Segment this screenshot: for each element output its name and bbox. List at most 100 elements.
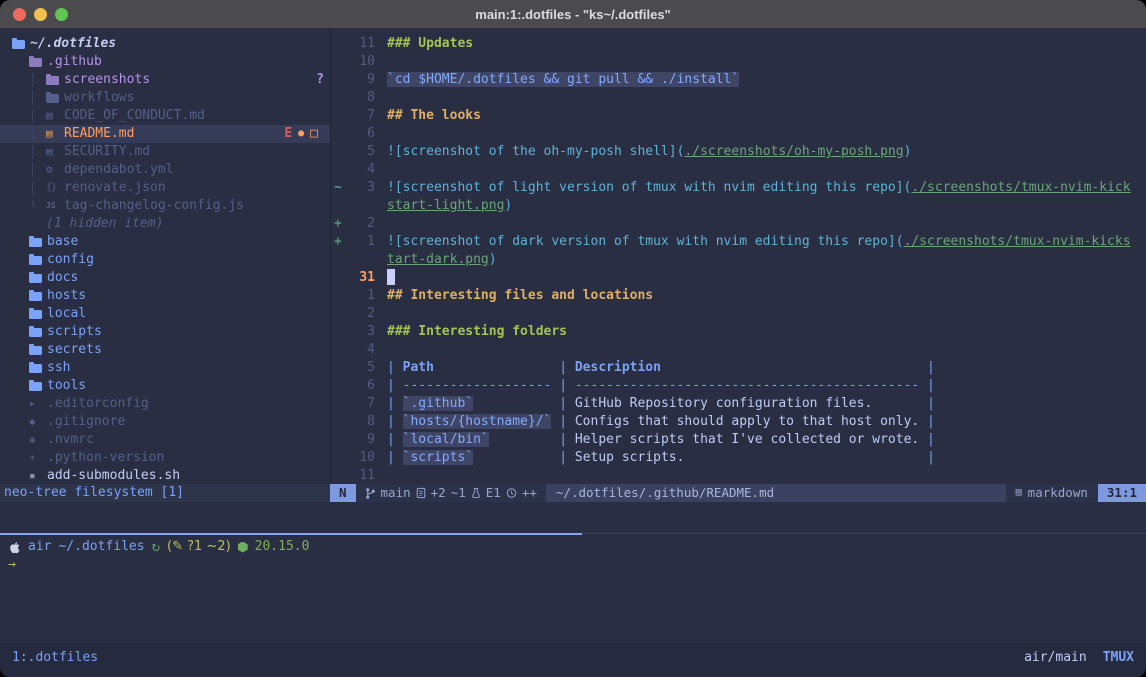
line-content: ![screenshot of light version of tmux wi… — [375, 179, 1131, 197]
editor-line[interactable]: 5| Path | Description | — [331, 359, 1146, 377]
line-number: 1 — [347, 287, 375, 305]
tree-item--dotfiles[interactable]: ~/.dotfiles — [0, 35, 330, 53]
tree-item-local[interactable]: local — [0, 305, 330, 323]
gutter-sign — [331, 161, 347, 179]
tree-item-add-submodules-sh[interactable]: ▪add-submodules.sh — [0, 467, 330, 485]
editor-line[interactable]: 9| `local/bin` | Helper scripts that I'v… — [331, 431, 1146, 449]
tree-item-secrets[interactable]: secrets — [0, 341, 330, 359]
tree-item-code-of-conduct-md[interactable]: │▤CODE_OF_CONDUCT.md — [0, 107, 330, 125]
line-content — [375, 341, 387, 359]
editor-line[interactable]: 5![screenshot of the oh-my-posh shell](.… — [331, 143, 1146, 161]
zoom-button[interactable] — [55, 8, 68, 21]
tree-item-label: README.md — [64, 125, 134, 143]
tree-item--1-hidden-item-[interactable]: (1 hidden item) — [0, 215, 330, 233]
editor-line[interactable]: 11### Updates — [331, 35, 1146, 53]
syntax-segment: | — [919, 396, 935, 411]
editor-line[interactable]: 9`cd $HOME/.dotfiles && git pull && ./in… — [331, 71, 1146, 89]
editor-line[interactable]: 6| ------------------- | ---------------… — [331, 377, 1146, 395]
tree-guide: │ — [29, 71, 46, 89]
editor-line[interactable]: 7| `.github` | GitHub Repository configu… — [331, 395, 1146, 413]
folder-open-icon — [12, 40, 25, 49]
tree-item-docs[interactable]: docs — [0, 269, 330, 287]
neo-tree-sidebar: ~/.dotfiles.github│screenshots?│workflow… — [0, 28, 330, 484]
editor-line[interactable]: 10| `scripts` | Setup scripts. | — [331, 449, 1146, 467]
tree-item-label: docs — [47, 269, 78, 287]
line-content — [375, 89, 387, 107]
editor-line[interactable]: tart-dark.png) — [331, 251, 1146, 269]
editor-line[interactable]: start-light.png) — [331, 197, 1146, 215]
tree-item-tag-changelog-config-js[interactable]: └JStag-changelog-config.js — [0, 197, 330, 215]
line-content: ![screenshot of the oh-my-posh shell](./… — [375, 143, 911, 161]
statusline: N main +2 ~1 E1 ++ — [330, 484, 1146, 502]
tree-item-label: config — [47, 251, 94, 269]
line-content: | `hosts/{hostname}/` | Configs that sho… — [375, 413, 935, 431]
tree-item-config[interactable]: config — [0, 251, 330, 269]
tree-item-ssh[interactable]: ssh — [0, 359, 330, 377]
tree-item--editorconfig[interactable]: ▸.editorconfig — [0, 395, 330, 413]
tree-item-readme-md[interactable]: │▤README.mdE●□ — [0, 125, 330, 143]
syntax-segment — [684, 450, 919, 465]
cursor — [387, 269, 395, 285]
close-button[interactable] — [13, 8, 26, 21]
line-number: 3 — [347, 179, 375, 197]
titlebar: main:1:.dotfiles - "ks~/.dotfiles" — [0, 0, 1146, 28]
editor-line-current[interactable]: 31 — [331, 269, 1146, 287]
tree-item-workflows[interactable]: │workflows — [0, 89, 330, 107]
tree-item-label: scripts — [47, 323, 102, 341]
tree-item-security-md[interactable]: │▤SECURITY.md — [0, 143, 330, 161]
tree-guide: │ — [29, 161, 46, 179]
tree-item-scripts[interactable]: scripts — [0, 323, 330, 341]
pane-divider-inactive — [582, 533, 1146, 534]
editor-line[interactable]: 7## The looks — [331, 107, 1146, 125]
tree-item-label: add-submodules.sh — [47, 467, 180, 485]
editor-line[interactable]: 3### Interesting folders — [331, 323, 1146, 341]
indent — [0, 296, 29, 297]
tree-item-base[interactable]: base — [0, 233, 330, 251]
prompt-arrow[interactable]: → — [8, 556, 16, 574]
tree-item--nvmrc[interactable]: ◈.nvmrc — [0, 431, 330, 449]
gutter-sign: + — [331, 215, 347, 233]
mode-indicator: N — [330, 484, 356, 502]
editor-buffer[interactable]: 11### Updates109`cd $HOME/.dotfiles && g… — [330, 28, 1146, 484]
editor-line[interactable]: 4 — [331, 161, 1146, 179]
tree-item--gitignore[interactable]: ◆.gitignore — [0, 413, 330, 431]
editor-line[interactable]: ~3![screenshot of light version of tmux … — [331, 179, 1146, 197]
syntax-segment: `cd $HOME/.dotfiles && git pull && ./ins… — [387, 72, 739, 87]
tree-item-label: tools — [47, 377, 86, 395]
tree-item-tools[interactable]: tools — [0, 377, 330, 395]
editor-line[interactable]: 6 — [331, 125, 1146, 143]
syntax-segment: start-light.png — [387, 198, 504, 213]
line-content — [375, 125, 387, 143]
line-content: | `scripts` | Setup scripts. | — [375, 449, 935, 467]
editor-line[interactable]: +2 — [331, 215, 1146, 233]
gutter-sign — [331, 449, 347, 467]
editor-line[interactable]: +1![screenshot of dark version of tmux w… — [331, 233, 1146, 251]
tmux-window-tab[interactable]: 1:.dotfiles — [12, 649, 98, 677]
editor-line[interactable]: 4 — [331, 341, 1146, 359]
editor-line[interactable]: 8 — [331, 89, 1146, 107]
flask-icon — [471, 487, 481, 499]
tree-item-screenshots[interactable]: │screenshots? — [0, 71, 330, 89]
editor-line[interactable]: 11 — [331, 467, 1146, 485]
minimize-button[interactable] — [34, 8, 47, 21]
gutter-sign — [331, 35, 347, 53]
folder-icon — [29, 256, 42, 265]
tree-item--github[interactable]: .github — [0, 53, 330, 71]
editor-line[interactable]: 8| `hosts/{hostname}/` | Configs that sh… — [331, 413, 1146, 431]
syntax-segment: | — [919, 450, 935, 465]
tree-item--python-version[interactable]: ∗.python-version — [0, 449, 330, 467]
tree-item-dependabot-yml[interactable]: │⚙dependabot.yml — [0, 161, 330, 179]
editor-line[interactable]: 2 — [331, 305, 1146, 323]
line-number: 4 — [347, 161, 375, 179]
editor-line[interactable]: 10 — [331, 53, 1146, 71]
tree-item-renovate-json[interactable]: │{}renovate.json — [0, 179, 330, 197]
editor-line[interactable]: 1## Interesting files and locations — [331, 287, 1146, 305]
line-content — [375, 305, 387, 323]
tree-item-hosts[interactable]: hosts — [0, 287, 330, 305]
syntax-segment: ### Interesting folders — [387, 324, 567, 339]
tree-guide: │ — [29, 143, 46, 161]
line-content: start-light.png) — [375, 197, 512, 215]
js-file-icon: JS — [46, 197, 64, 215]
folder-icon — [29, 364, 42, 373]
line-number: 10 — [347, 53, 375, 71]
